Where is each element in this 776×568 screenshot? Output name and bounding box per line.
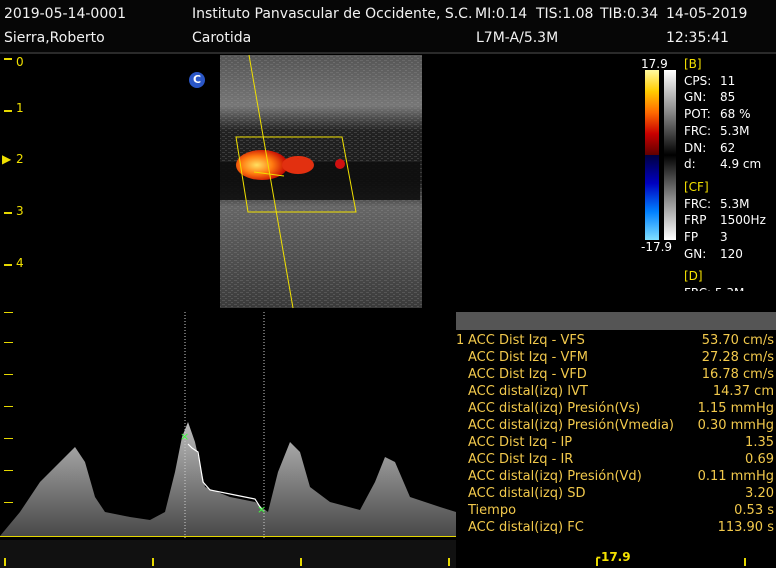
- color-flow-header: [CF]: [684, 179, 709, 194]
- svg-text:×: ×: [257, 503, 266, 516]
- param-row: CPS: 11: [684, 73, 736, 88]
- time-tick: [4, 558, 6, 566]
- time-tick: [300, 558, 302, 566]
- measurement-row: ACC Dist Izq - VFM 27.28 cm/s: [468, 350, 774, 365]
- param-row: GN: 120: [684, 246, 743, 261]
- param-row: POT: 68 %: [684, 107, 751, 122]
- measurement-row: ACC distal(izq) Presión(Vs) 1.15 mmHg: [468, 401, 774, 416]
- color-scale-positive: [645, 70, 659, 155]
- time-tick: [744, 558, 746, 566]
- param-row: FP 3: [684, 230, 728, 245]
- measurement-row: ACC distal(izq) IVT 14.37 cm: [468, 384, 774, 399]
- measurement-row: ACC distal(izq) SD 3.20: [468, 486, 774, 501]
- gray-scale-bar: [664, 70, 676, 240]
- color-scale-min: -17.9: [641, 240, 673, 254]
- param-row: FRP 1500Hz: [684, 213, 766, 228]
- doppler-header: [D]: [684, 269, 703, 284]
- b-mode-header: [B]: [684, 57, 702, 71]
- svg-text:×: ×: [180, 430, 189, 443]
- measurement-row: ACC distal(izq) Presión(Vd) 0.11 mmHg: [468, 469, 774, 484]
- color-scale-negative: [645, 155, 659, 240]
- time-tick: [448, 558, 450, 566]
- param-row: FRC: 5.3M: [684, 123, 750, 138]
- params-panel: [B] CPS: 11 GN: 85 POT: 68 % FRC: 5.3M DN: 62…: [684, 56, 766, 291]
- doppler-params-partial: FRC: 5.3M: [684, 285, 766, 291]
- doppler-spectrum[interactable]: × ×: [0, 312, 456, 568]
- measurement-panel: 1 ACC Dist Izq - VFS 53.70 cm/s ACC Dist I…: [456, 333, 776, 537]
- measurement-row: 1 ACC Dist Izq - VFS 53.70 cm/s: [456, 333, 774, 348]
- measurement-row: ACC Dist Izq - VFD 16.78 cm/s: [468, 367, 774, 382]
- measurement-row: ACC Dist Izq - IR 0.69: [468, 452, 774, 467]
- measurement-row: ACC distal(izq) FC 113.90 s: [468, 520, 774, 535]
- measurement-panel-header: [456, 312, 776, 330]
- measurement-row: ACC distal(izq) Presión(Vmedia) 0.30 mmHg: [468, 418, 774, 433]
- param-row: DN: 62: [684, 140, 736, 155]
- measurement-row: Tiempo 0.53 s: [468, 503, 774, 518]
- time-tick: [152, 558, 154, 566]
- color-scale-max: 17.9: [641, 57, 668, 71]
- param-row: FRC: 5.3M: [684, 196, 750, 211]
- param-row: GN: 85: [684, 90, 736, 105]
- measurement-row: ACC Dist Izq - IP 1.35: [468, 435, 774, 450]
- velocity-scale-min: -17.9: [596, 550, 631, 564]
- param-row: d: 4.9 cm: [684, 157, 762, 172]
- doppler-baseline[interactable]: [0, 536, 456, 537]
